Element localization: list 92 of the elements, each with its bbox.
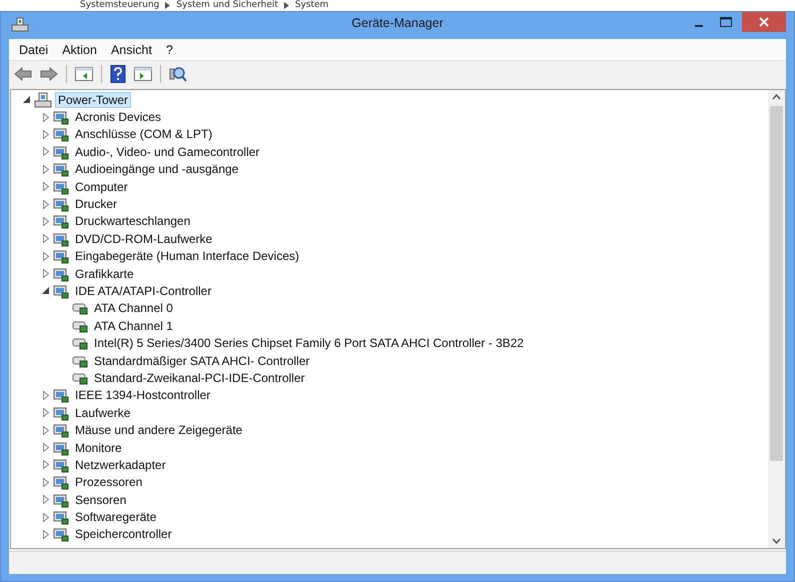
device-icon bbox=[53, 526, 69, 542]
tree-item[interactable]: ATA Channel 0 bbox=[91, 300, 176, 316]
minimize-icon bbox=[694, 24, 702, 26]
device-icon bbox=[53, 230, 69, 247]
expand-arrow-icon[interactable] bbox=[42, 512, 50, 522]
tree-item[interactable]: Computer bbox=[72, 178, 131, 195]
device-icon bbox=[53, 266, 69, 282]
controller-icon bbox=[72, 354, 88, 368]
device-icon bbox=[53, 422, 69, 438]
expand-arrow-icon[interactable] bbox=[42, 408, 50, 418]
device-icon bbox=[53, 282, 69, 299]
device-icon bbox=[53, 387, 69, 404]
device-icon bbox=[53, 196, 69, 212]
expand-arrow-icon[interactable] bbox=[42, 130, 50, 139]
device-manager-icon bbox=[11, 16, 29, 34]
expand-arrow-icon[interactable] bbox=[42, 443, 50, 452]
expand-arrow-icon[interactable] bbox=[42, 478, 50, 487]
device-icon bbox=[53, 109, 69, 126]
chevron-icon bbox=[165, 2, 170, 9]
tree-item[interactable]: Softwaregeräte bbox=[72, 509, 160, 526]
device-icon bbox=[53, 404, 69, 421]
device-icon bbox=[53, 474, 69, 490]
tree-item[interactable]: Monitore bbox=[72, 440, 125, 456]
chevron-icon bbox=[284, 2, 290, 9]
tree-item[interactable]: Standard-Zweikanal-PCI-IDE-Controller bbox=[91, 370, 308, 386]
expand-arrow-icon[interactable] bbox=[42, 234, 50, 244]
tree-item[interactable]: IDE ATA/ATAPI-Controller bbox=[72, 282, 214, 299]
tree-item[interactable]: Drucker bbox=[72, 196, 120, 212]
scroll-up-icon[interactable] bbox=[772, 94, 781, 100]
expand-arrow-icon[interactable] bbox=[42, 216, 50, 226]
tree-item[interactable]: Laufwerke bbox=[72, 404, 134, 421]
expand-arrow-icon[interactable] bbox=[42, 147, 50, 156]
menu-item[interactable]: Aktion bbox=[56, 40, 103, 58]
scroll-thumb[interactable] bbox=[770, 106, 783, 461]
tree-item[interactable]: DVD/CD-ROM-Laufwerke bbox=[72, 230, 216, 247]
breadcrumb-item[interactable]: System und Sicherheit bbox=[176, 0, 278, 11]
expand-arrow-icon[interactable] bbox=[42, 530, 50, 539]
expand-arrow-icon[interactable] bbox=[42, 182, 50, 192]
scrollbar[interactable] bbox=[768, 90, 785, 548]
tree-item[interactable]: Druckwarteschlangen bbox=[72, 213, 194, 230]
device-icon bbox=[53, 213, 69, 230]
tree-item[interactable]: Power-Tower bbox=[55, 92, 132, 108]
tree-item[interactable]: Intel(R) 5 Series/3400 Series Chipset Family 6 Port SATA AHCI Controller - 3B22 bbox=[91, 335, 527, 352]
expand-arrow-icon[interactable] bbox=[42, 200, 50, 209]
device-icon bbox=[53, 178, 69, 195]
tree-item[interactable]: Acronis Devices bbox=[72, 109, 164, 126]
tree-item[interactable]: ATA Channel 1 bbox=[91, 318, 176, 334]
expand-arrow-icon[interactable] bbox=[42, 164, 50, 174]
menu-item[interactable]: ? bbox=[160, 40, 179, 58]
device-icon bbox=[53, 509, 69, 526]
scroll-down-icon[interactable] bbox=[772, 538, 781, 544]
close-icon bbox=[759, 17, 769, 27]
tree-item[interactable]: Sensoren bbox=[72, 492, 130, 508]
menu-item[interactable]: Datei bbox=[13, 40, 54, 58]
expand-arrow-icon[interactable] bbox=[42, 269, 50, 278]
device-icon bbox=[53, 492, 69, 508]
expand-arrow-icon[interactable] bbox=[42, 112, 50, 122]
expand-arrow-icon[interactable] bbox=[42, 495, 50, 504]
tree-item[interactable]: Prozessoren bbox=[72, 474, 146, 490]
device-icon bbox=[53, 440, 69, 456]
collapse-arrow-icon[interactable] bbox=[23, 95, 31, 104]
tree-item[interactable]: Speichercontroller bbox=[72, 526, 175, 542]
expand-arrow-icon[interactable] bbox=[42, 460, 50, 470]
tree-item[interactable]: Mäuse und andere Zeigegeräte bbox=[72, 422, 246, 438]
device-icon bbox=[53, 248, 69, 264]
tree-item[interactable]: Audio-, Video- und Gamecontroller bbox=[72, 144, 263, 160]
tree-item[interactable]: Grafikkarte bbox=[72, 266, 137, 282]
maximize-icon bbox=[720, 17, 732, 27]
expand-arrow-icon[interactable] bbox=[42, 426, 50, 435]
device-icon bbox=[53, 144, 69, 160]
device-icon bbox=[53, 161, 69, 178]
expand-arrow-icon[interactable] bbox=[42, 390, 50, 400]
tree-item[interactable]: Eingabegeräte (Human Interface Devices) bbox=[72, 248, 302, 264]
collapse-arrow-icon[interactable] bbox=[42, 286, 50, 296]
controller-icon bbox=[72, 301, 88, 316]
device-icon bbox=[53, 126, 69, 142]
tree-item[interactable]: Netzwerkadapter bbox=[72, 456, 169, 473]
close-button[interactable] bbox=[742, 12, 786, 32]
controller-icon bbox=[72, 318, 88, 333]
window-title: Geräte-Manager bbox=[352, 16, 444, 30]
device-icon bbox=[53, 456, 69, 473]
controller-icon bbox=[72, 336, 88, 350]
tree-item[interactable]: Audioeingänge und -ausgänge bbox=[72, 161, 242, 178]
menu-item[interactable]: Ansicht bbox=[104, 40, 158, 58]
breadcrumb-item[interactable]: Systemsteuerung bbox=[80, 0, 160, 11]
tree-item[interactable]: IEEE 1394-Hostcontroller bbox=[72, 387, 214, 404]
computer-icon bbox=[34, 92, 52, 108]
tree-item[interactable]: Anschlüsse (COM & LPT) bbox=[72, 126, 216, 142]
tree-item[interactable]: Standardmäßiger SATA AHCI- Controller bbox=[91, 352, 313, 369]
controller-icon bbox=[72, 370, 88, 385]
breadcrumb-item[interactable]: System bbox=[295, 0, 329, 11]
expand-arrow-icon[interactable] bbox=[42, 252, 50, 261]
